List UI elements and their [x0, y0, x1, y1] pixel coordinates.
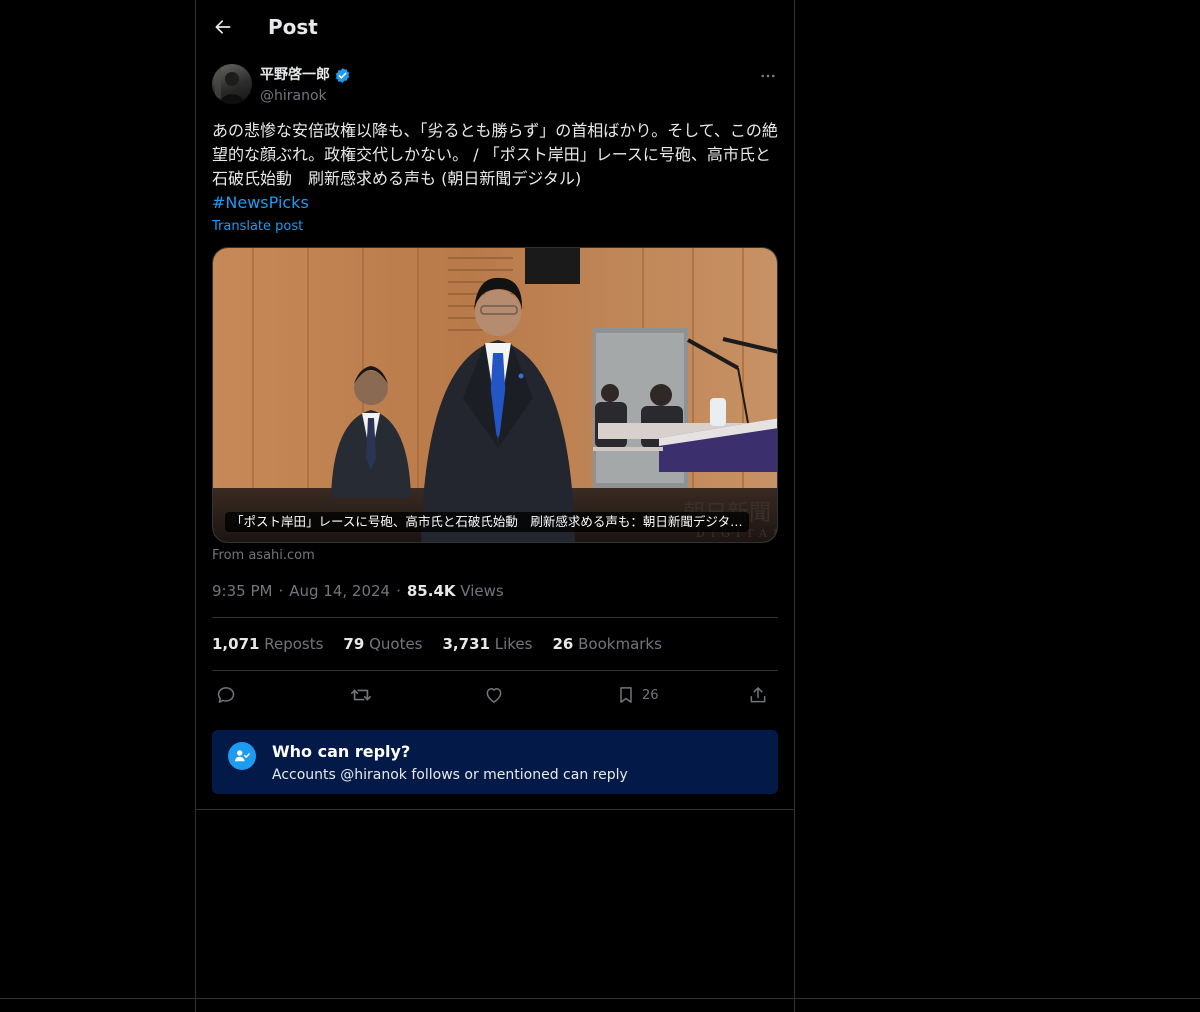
action-bar: 26: [212, 680, 778, 710]
views-label: Views: [460, 582, 504, 600]
share-icon: [750, 687, 766, 703]
quotes-count: 79: [343, 635, 365, 653]
card-source[interactable]: From asahi.com: [212, 547, 315, 565]
meta-separator: ·: [396, 582, 401, 600]
meta-separator: ·: [278, 582, 284, 600]
link-card[interactable]: 朝日新聞 DIGITAL 「ポスト岸田」レースに号砲、高市氏と石破氏始動 刷新感…: [212, 247, 778, 543]
person-check-icon: [228, 742, 256, 770]
reply-restriction-notice: Who can reply? Accounts @hiranok follows…: [212, 730, 778, 794]
engagement-stats: 1,071 Reposts 79 Quotes 3,731 Likes 26 B…: [212, 634, 682, 654]
page-title: Post: [268, 15, 318, 39]
bookmarks-label: Bookmarks: [578, 635, 662, 653]
reply-icon: [217, 687, 235, 703]
bottom-divider: [0, 998, 1200, 999]
likes-count: 3,731: [442, 635, 490, 653]
repost-button[interactable]: [350, 682, 372, 708]
bookmark-icon: [620, 687, 632, 703]
card-caption: 「ポスト岸田」レースに号砲、高市氏と石破氏始動 刷新感求める声も：朝日新聞デジタ…: [225, 512, 749, 532]
likes-label: Likes: [494, 635, 533, 653]
section-divider: [196, 809, 794, 810]
author-display-name[interactable]: 平野啓一郎: [260, 65, 330, 85]
repost-icon: [351, 689, 371, 701]
reply-button[interactable]: [216, 682, 236, 708]
avatar[interactable]: [212, 64, 252, 104]
bookmarks-stat[interactable]: 26 Bookmarks: [552, 634, 661, 654]
card-image: 朝日新聞 DIGITAL: [213, 248, 777, 542]
post-column: Post 平野啓一郎 @hiranok あの悲惨な安倍政権以降も、「劣るとも勝ら…: [195, 0, 795, 1012]
hashtag-link[interactable]: #NewsPicks: [212, 191, 309, 215]
bookmarks-count: 26: [552, 635, 574, 653]
divider: [212, 617, 778, 618]
arrow-left-icon: [215, 20, 231, 34]
reposts-stat[interactable]: 1,071 Reposts: [212, 634, 323, 654]
reposts-count: 1,071: [212, 635, 260, 653]
like-icon: [486, 688, 502, 703]
bookmark-action-count: 26: [642, 687, 659, 703]
post-text: あの悲惨な安倍政権以降も、「劣るとも勝らず」の首相ばかり。そして、この絶望的な顔…: [212, 121, 778, 188]
divider: [212, 670, 778, 671]
translate-post-link[interactable]: Translate post: [212, 218, 303, 236]
quotes-stat[interactable]: 79 Quotes: [343, 634, 422, 654]
more-options-button[interactable]: [756, 64, 780, 88]
share-button[interactable]: [748, 682, 768, 708]
post-meta: 9:35 PM · Aug 14, 2024 · 85.4K Views: [212, 581, 504, 601]
views-count: 85.4K: [406, 582, 456, 600]
reply-restriction-description: Accounts @hiranok follows or mentioned c…: [272, 767, 628, 783]
reply-restriction-title: Who can reply?: [272, 742, 411, 761]
author-handle[interactable]: @hiranok: [260, 86, 327, 106]
bookmark-button[interactable]: 26: [616, 682, 659, 708]
reposts-label: Reposts: [264, 635, 324, 653]
like-button[interactable]: [484, 682, 504, 708]
likes-stat[interactable]: 3,731 Likes: [443, 634, 533, 654]
post-date[interactable]: Aug 14, 2024: [289, 582, 390, 600]
verified-badge-icon[interactable]: [334, 67, 351, 84]
post-time[interactable]: 9:35 PM: [212, 582, 272, 600]
more-horizontal-icon: [761, 74, 775, 78]
author-name[interactable]: 平野啓一郎: [260, 65, 351, 85]
page-header: Post: [196, 0, 794, 54]
back-button[interactable]: [208, 12, 238, 42]
quotes-label: Quotes: [369, 635, 423, 653]
